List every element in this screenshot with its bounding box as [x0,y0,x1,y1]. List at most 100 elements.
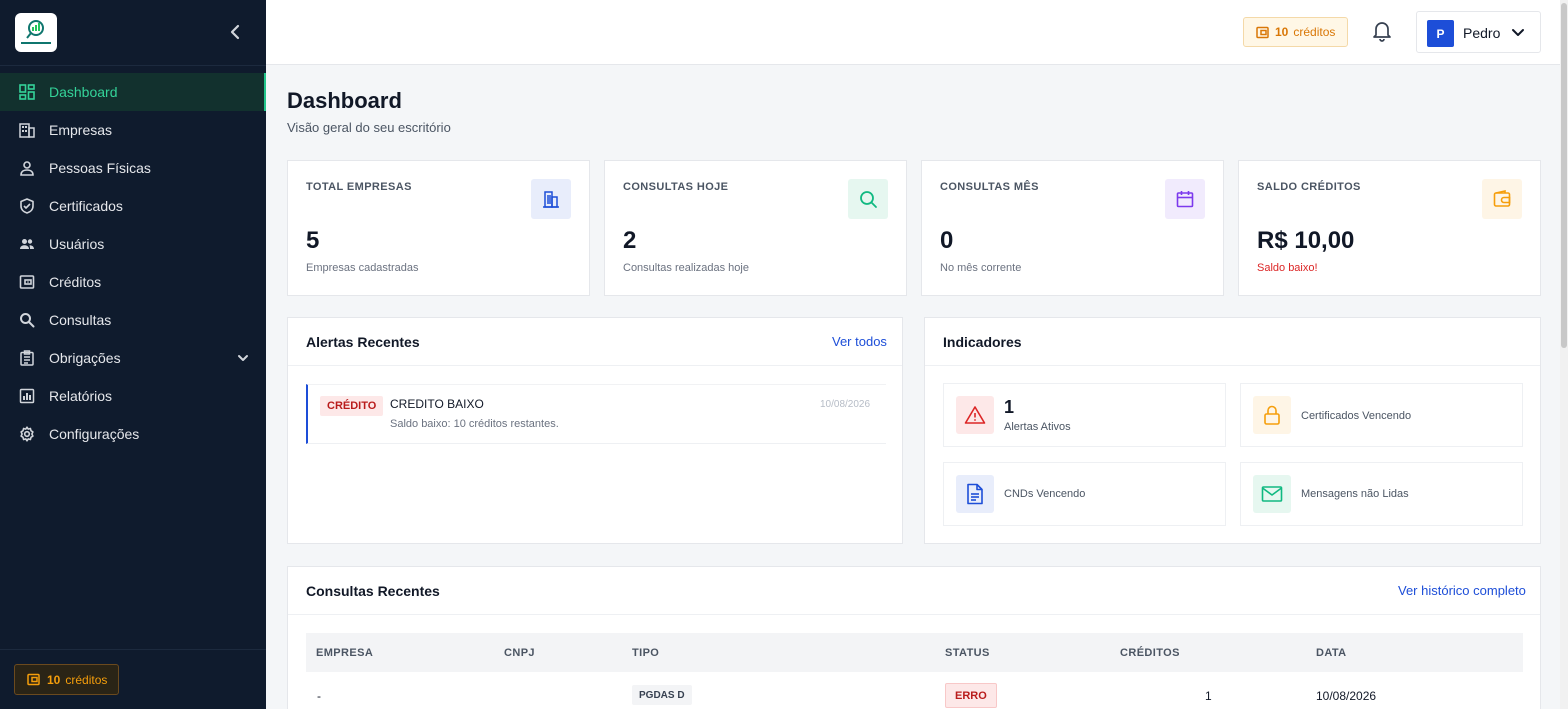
sidebar-item-label: Obrigações [49,350,121,366]
cell-tipo-badge: PGDAS D [632,685,692,705]
indicators-panel: Indicadores 1 Alertas Ativos Certificado… [924,317,1541,544]
divider [288,614,1540,615]
building-icon [19,123,35,138]
panel-title: Alertas Recentes [306,334,420,350]
alert-category-badge: CRÉDITO [320,396,384,416]
building-icon [531,179,571,219]
search-icon [848,179,888,219]
warning-icon [956,396,994,434]
topbar-credits-badge[interactable]: 10 créditos [1243,17,1348,47]
sidebar-header [0,0,266,66]
stat-value: 0 [940,227,954,254]
view-full-history-link[interactable]: Ver histórico completo [1398,583,1526,598]
stat-label: CONSULTAS MÊS [940,181,1039,193]
stat-card-consultas-mes: CONSULTAS MÊS 0 No mês corrente [921,160,1224,296]
cell-data: 10/08/2026 [1316,689,1377,703]
stat-subtext: Saldo baixo! [1257,262,1318,274]
sidebar-item-consultas[interactable]: Consultas [0,301,266,339]
credits-count: 10 [1275,25,1289,39]
sidebar-item-dashboard[interactable]: Dashboard [0,73,266,111]
stat-card-consultas-hoje: CONSULTAS HOJE 2 Consultas realizadas ho… [604,160,907,296]
page-title: Dashboard [287,88,402,113]
divider [925,365,1540,366]
page-subtitle: Visão geral do seu escritório [287,120,451,135]
topbar: 10 créditos P Pedro [266,0,1568,65]
column-header-empresa[interactable]: EMPRESA [316,647,373,659]
lock-icon [1253,396,1291,434]
table-header: EMPRESA CNPJ TIPO STATUS CRÉDITOS DATA [306,633,1523,672]
view-all-alerts-link[interactable]: Ver todos [832,334,887,349]
column-header-data[interactable]: DATA [1316,647,1347,659]
users-icon [20,239,34,249]
divider [288,365,902,366]
sidebar-item-label: Pessoas Físicas [49,160,151,176]
indicator-label: CNDs Vencendo [1004,488,1086,500]
credits-count: 10 [47,672,61,687]
stat-subtext: Empresas cadastradas [306,262,419,274]
sidebar-item-label: Dashboard [49,84,118,100]
recent-alerts-panel: Alertas Recentes Ver todos CRÉDITO CREDI… [287,317,903,544]
mail-icon [1253,475,1291,513]
sidebar-item-usuarios[interactable]: Usuários [0,225,266,263]
sidebar-item-empresas[interactable]: Empresas [0,111,266,149]
stat-subtext: Consultas realizadas hoje [623,262,749,274]
stat-value: R$ 10,00 [1257,227,1355,254]
panel-title: Consultas Recentes [306,583,440,599]
indicator-label: Certificados Vencendo [1301,410,1412,422]
sidebar-item-relatorios[interactable]: Relatórios [0,377,266,415]
sidebar-item-configuracoes[interactable]: Configurações [0,415,266,453]
panel-title: Indicadores [943,334,1022,350]
sidebar-item-label: Consultas [49,312,112,328]
cell-empresa: - [317,689,321,703]
wallet-icon [27,673,40,686]
sidebar: Dashboard Empresas Pessoas Físicas Certi… [0,0,266,709]
chart-icon [19,388,35,404]
avatar: P [1427,20,1454,47]
gear-icon [20,426,34,442]
user-name: Pedro [1463,25,1501,41]
sidebar-item-pessoas-fisicas[interactable]: Pessoas Físicas [0,149,266,187]
credits-label: créditos [65,672,108,687]
sidebar-credits-badge[interactable]: 10 créditos [14,664,119,695]
credits-label: créditos [1293,25,1336,39]
sidebar-item-certificados[interactable]: Certificados [0,187,266,225]
calendar-icon [1165,179,1205,219]
column-header-tipo[interactable]: TIPO [632,647,659,659]
indicator-cnds-vencendo[interactable]: CNDs Vencendo [943,462,1226,526]
wallet-icon [1256,26,1269,38]
stat-label: TOTAL EMPRESAS [306,181,412,193]
scrollbar-thumb[interactable] [1561,3,1567,348]
user-menu[interactable]: P Pedro [1416,11,1541,53]
wallet-icon [19,275,35,289]
document-icon [956,475,994,513]
column-header-cnpj[interactable]: CNPJ [504,647,535,659]
stat-card-total-empresas: TOTAL EMPRESAS 5 Empresas cadastradas [287,160,590,296]
dashboard-icon [19,84,35,100]
user-icon [20,161,34,176]
recent-queries-panel: Consultas Recentes Ver histórico complet… [287,566,1541,709]
sidebar-item-label: Relatórios [49,388,113,404]
cell-status-badge: ERRO [945,683,997,708]
sidebar-item-label: Créditos [49,274,102,290]
chevron-down-icon[interactable] [237,353,249,363]
indicator-alertas-ativos[interactable]: 1 Alertas Ativos [943,383,1226,447]
chevron-left-icon[interactable] [225,22,245,42]
sidebar-item-creditos[interactable]: Créditos [0,263,266,301]
alert-date: 10/08/2026 [820,399,871,410]
column-header-creditos[interactable]: CRÉDITOS [1120,647,1180,659]
sidebar-nav: Dashboard Empresas Pessoas Físicas Certi… [0,73,266,453]
alert-item[interactable]: CRÉDITO CREDITO BAIXO Saldo baixo: 10 cr… [306,384,886,444]
clipboard-icon [20,350,34,366]
indicator-certificados-vencendo[interactable]: Certificados Vencendo [1240,383,1523,447]
chevron-down-icon [1512,29,1524,36]
sidebar-item-obrigacoes[interactable]: Obrigações [0,339,266,377]
bell-icon[interactable] [1372,20,1392,42]
indicator-label: Mensagens não Lidas [1301,488,1409,500]
indicator-mensagens-nao-lidas[interactable]: Mensagens não Lidas [1240,462,1523,526]
sidebar-item-label: Usuários [49,236,105,252]
app-logo[interactable] [15,13,57,52]
sidebar-divider [0,649,266,650]
column-header-status[interactable]: STATUS [945,647,990,659]
alert-description: Saldo baixo: 10 créditos restantes. [390,418,559,430]
wallet-icon [1482,179,1522,219]
